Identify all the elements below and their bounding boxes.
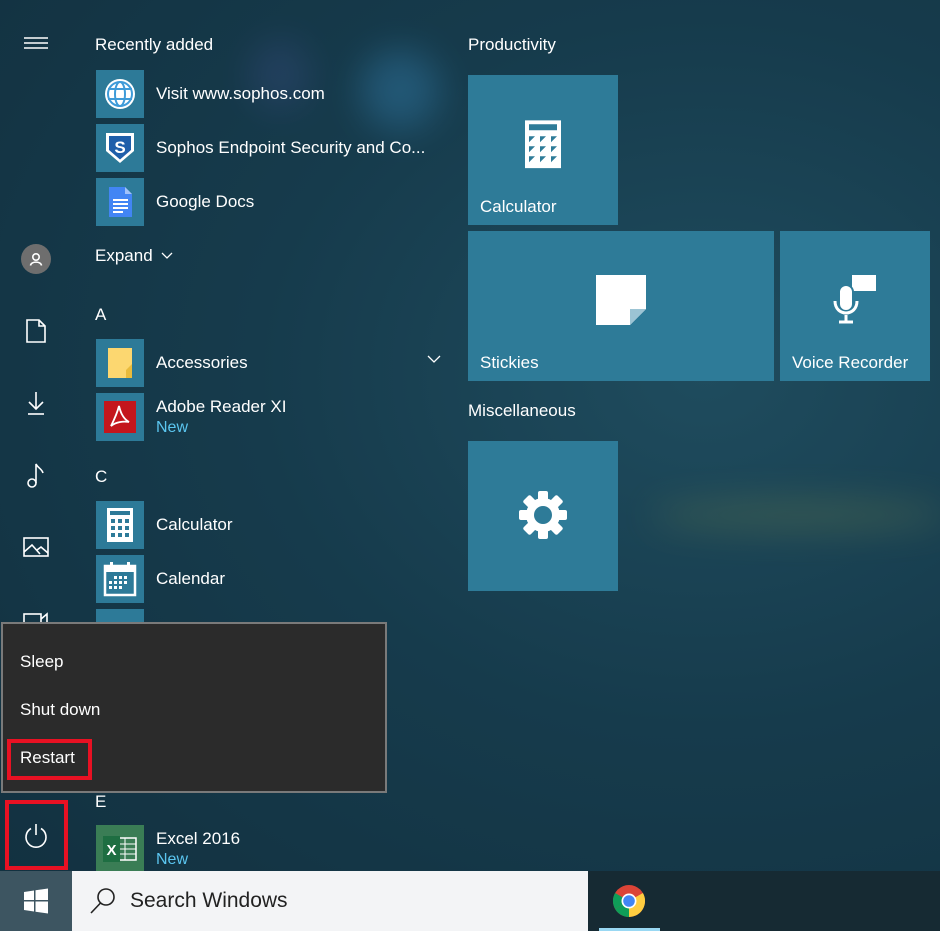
section-letter-c[interactable]: C (95, 467, 107, 487)
user-account-button[interactable] (0, 232, 72, 286)
app-adobe-reader[interactable]: Adobe Reader XI New (96, 393, 441, 441)
highlight-power (5, 800, 68, 870)
tile-label: Stickies (480, 353, 539, 372)
hamburger-menu-icon (24, 37, 48, 49)
group-title-productivity[interactable]: Productivity (468, 35, 556, 55)
documents-button[interactable] (0, 304, 72, 358)
app-calculator[interactable]: Calculator (96, 501, 441, 549)
app-visit-sophos[interactable]: Visit www.sophos.com (96, 70, 441, 118)
tile-label: Voice Recorder (792, 353, 909, 372)
app-excel[interactable]: X Excel 2016 New (96, 825, 441, 873)
app-sophos-endpoint[interactable]: S Sophos Endpoint Security and Co... (96, 124, 441, 172)
excel-icon: X (103, 836, 137, 862)
tile-settings[interactable] (468, 441, 618, 591)
user-avatar-icon (21, 244, 51, 274)
svg-text:S: S (114, 138, 125, 157)
windows-logo-icon (24, 888, 48, 914)
downloads-button[interactable] (0, 376, 72, 430)
section-letter-e[interactable]: E (95, 792, 106, 812)
sophos-shield-icon: S (106, 133, 134, 163)
pictures-button[interactable] (0, 520, 72, 574)
music-button[interactable] (0, 448, 72, 502)
new-badge: New (156, 851, 189, 868)
folder-icon (108, 348, 132, 378)
sticky-note-icon (596, 275, 646, 325)
app-name: Excel 2016 (156, 829, 241, 848)
google-docs-icon (109, 187, 132, 217)
app-name: Visit www.sophos.com (156, 84, 325, 103)
globe-icon (105, 79, 135, 109)
highlight-restart (7, 739, 92, 780)
pictures-icon (23, 537, 49, 557)
new-badge: New (156, 419, 189, 436)
microphone-icon (833, 275, 876, 324)
calculator-icon (107, 508, 133, 542)
downloads-icon (28, 392, 44, 415)
settings-gear-icon (519, 491, 567, 539)
music-icon (27, 463, 44, 488)
app-name: Calculator (156, 515, 233, 534)
app-calendar[interactable]: Calendar (96, 555, 441, 603)
taskbar-chrome[interactable] (598, 871, 660, 931)
app-name: Calendar (156, 569, 225, 588)
app-name: Sophos Endpoint Security and Co... (156, 138, 426, 157)
expand-label: Expand (95, 246, 153, 265)
menu-item-sleep[interactable]: Sleep (20, 652, 63, 672)
chrome-icon (612, 885, 646, 918)
svg-text:X: X (106, 842, 116, 859)
group-title-miscellaneous[interactable]: Miscellaneous (468, 401, 576, 421)
chevron-down-icon[interactable] (427, 355, 441, 364)
adobe-reader-icon (104, 401, 136, 433)
recently-added-title: Recently added (95, 35, 214, 54)
section-letter-a[interactable]: A (95, 305, 106, 325)
calculator-icon (525, 120, 561, 169)
menu-item-shut-down[interactable]: Shut down (20, 700, 100, 720)
tile-stickies[interactable]: Stickies (468, 231, 774, 381)
app-name: Accessories (156, 353, 248, 372)
hamburger-menu-button[interactable] (0, 16, 72, 70)
search-icon (90, 888, 115, 914)
tile-calculator[interactable]: Calculator (468, 75, 618, 225)
app-name: Google Docs (156, 192, 255, 211)
tile-label: Calculator (480, 197, 557, 216)
desktop-blur (650, 500, 940, 530)
search-box[interactable]: Search Windows (72, 871, 588, 931)
calendar-icon (103, 562, 137, 597)
chevron-down-icon (161, 252, 173, 259)
tile-voice-recorder[interactable]: Voice Recorder (780, 231, 930, 381)
app-name: Adobe Reader XI (156, 397, 287, 416)
start-button[interactable] (0, 871, 72, 931)
search-placeholder: Search Windows (130, 889, 288, 912)
taskbar: Search Windows (0, 871, 940, 931)
app-google-docs[interactable]: Google Docs (96, 178, 441, 226)
documents-icon (26, 319, 46, 343)
expand-button[interactable]: Expand (95, 246, 173, 266)
app-accessories[interactable]: Accessories (96, 339, 441, 387)
